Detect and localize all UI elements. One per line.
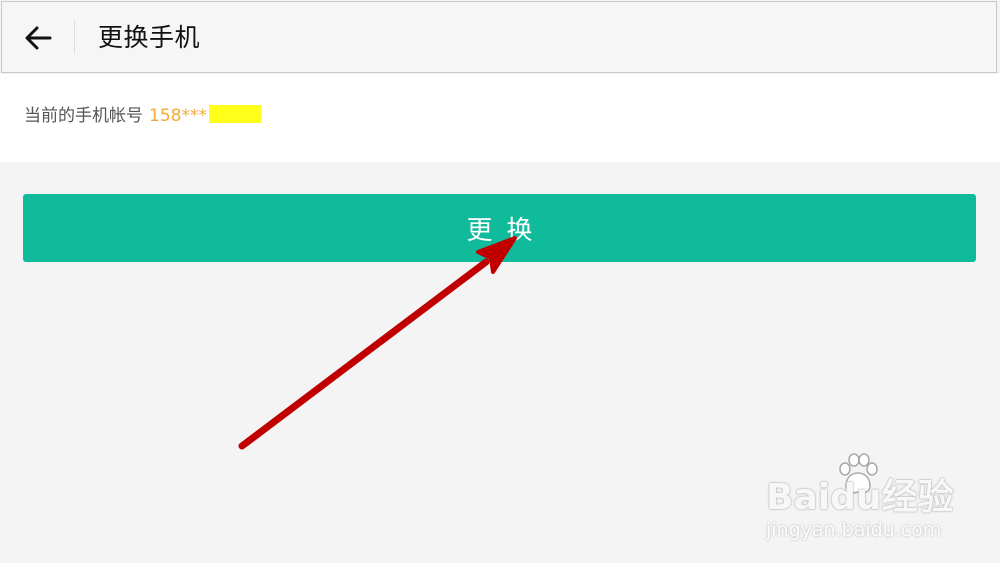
change-button[interactable]: 更换 bbox=[23, 194, 976, 262]
page-title: 更换手机 bbox=[98, 23, 201, 52]
account-row: 当前的手机帐号 158*** bbox=[24, 104, 261, 128]
arrow-left-icon bbox=[25, 26, 52, 50]
baidu-watermark: Baidu经验 jingyan.baidu.com bbox=[764, 452, 986, 552]
app-header: 更换手机 bbox=[1, 1, 997, 73]
account-section: 当前的手机帐号 158*** bbox=[0, 74, 1000, 162]
account-label: 当前的手机帐号 bbox=[24, 106, 143, 126]
account-phone-number: 158*** bbox=[149, 106, 207, 126]
watermark-url: jingyan.baidu.com bbox=[766, 519, 942, 541]
header-divider bbox=[74, 20, 75, 54]
paw-icon bbox=[839, 453, 878, 494]
back-button[interactable] bbox=[12, 12, 64, 64]
redaction-highlight bbox=[208, 105, 261, 123]
watermark-brand: Baidu经验 bbox=[766, 477, 954, 518]
